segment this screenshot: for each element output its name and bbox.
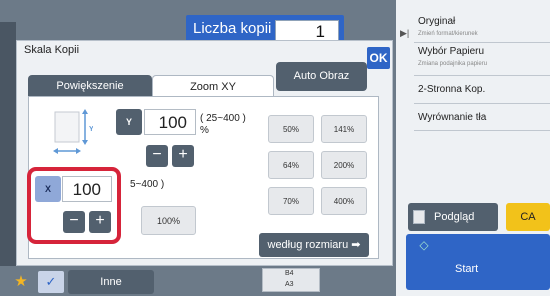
paper-size-diagram-icon: Y	[53, 109, 93, 154]
y-ratio-field[interactable]: 100	[144, 109, 196, 135]
preset-200-button[interactable]: 200%	[321, 151, 367, 179]
expand-arrow-icon[interactable]: ▶|	[400, 28, 409, 39]
check-icon[interactable]: ✓	[38, 271, 64, 293]
ok-button[interactable]: OK	[367, 47, 390, 69]
x-minus-button[interactable]: −	[63, 211, 85, 233]
preset-64-button[interactable]: 64%	[268, 151, 314, 179]
preset-400-button[interactable]: 400%	[321, 187, 367, 215]
other-button[interactable]: Inne	[68, 270, 154, 294]
y-range-label: ( 25~400 ) %	[200, 113, 246, 137]
y-unit-text: %	[200, 125, 209, 136]
tray-a3-label: A3	[285, 281, 294, 288]
x-plus-button[interactable]: +	[89, 211, 111, 233]
background-adjust-title[interactable]: Wyrównanie tła	[418, 112, 486, 123]
y-plus-button[interactable]: +	[172, 145, 194, 167]
copies-label: Liczba kopii	[193, 20, 272, 37]
tab-zoom-xy[interactable]: Zoom XY	[152, 75, 274, 97]
divider	[414, 75, 550, 76]
start-label: Start	[455, 263, 479, 275]
tab-enlargement[interactable]: Powiększenie	[28, 75, 152, 97]
divider	[414, 42, 550, 43]
original-title[interactable]: Oryginał	[418, 16, 455, 27]
preview-icon	[413, 210, 425, 224]
clear-all-button[interactable]: CA	[506, 203, 550, 231]
preset-141-button[interactable]: 141%	[321, 115, 367, 143]
paper-select-subtitle: Zmiana podajnika papieru	[418, 61, 488, 67]
x-axis-button[interactable]: X	[35, 176, 61, 202]
star-icon[interactable]: ★	[12, 273, 30, 291]
x-ratio-field[interactable]: 100	[62, 176, 112, 202]
preset-70-button[interactable]: 70%	[268, 187, 314, 215]
paper-select-title[interactable]: Wybór Papieru	[418, 46, 484, 57]
auto-image-button[interactable]: Auto Obraz	[276, 62, 367, 91]
x-range-label: 5~400 )	[130, 179, 165, 190]
preset-50-button[interactable]: 50%	[268, 115, 314, 143]
original-subtitle: Zmień format/kierunek	[418, 31, 478, 37]
y-axis-button[interactable]: Y	[116, 109, 142, 135]
divider	[414, 103, 550, 104]
duplex-title[interactable]: 2-Stronna Kop.	[418, 84, 485, 95]
start-icon: ◇	[419, 238, 429, 252]
preview-label: Podgląd	[434, 211, 475, 223]
dialog-title: Skala Kopii	[24, 44, 80, 56]
copies-field[interactable]: 1	[275, 20, 339, 42]
diagram-y-label: Y	[89, 126, 93, 133]
preset-100-button[interactable]: 100%	[141, 206, 196, 235]
tray-b4-label: B4	[285, 270, 294, 277]
background-strip	[0, 22, 16, 267]
y-minus-button[interactable]: −	[146, 145, 168, 167]
by-size-button[interactable]: według rozmiaru ➡	[259, 233, 369, 257]
y-range-text: ( 25~400 )	[200, 113, 246, 124]
divider	[414, 130, 550, 131]
